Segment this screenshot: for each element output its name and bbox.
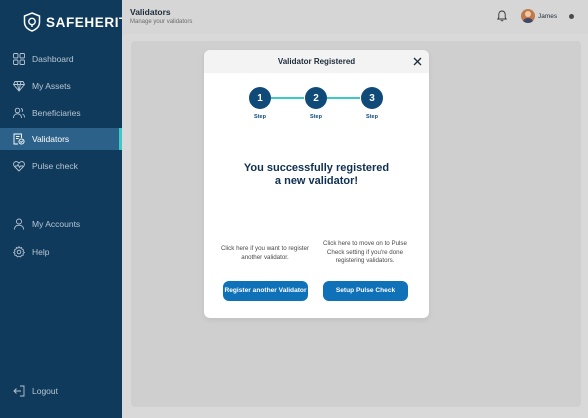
success-message: You successfully registered a new valida…	[204, 162, 429, 188]
sidebar-item-my-accounts[interactable]: My Accounts	[0, 213, 122, 235]
sidebar-item-help[interactable]: Help	[0, 241, 122, 263]
diamond-icon	[13, 81, 25, 92]
user-name: James	[538, 12, 558, 20]
sidebar-item-label: Validators	[32, 134, 70, 144]
setup-pulse-check-button[interactable]: Setup Pulse Check	[323, 281, 408, 301]
pulse-check-hint: Click here to move on to Pulse Check set…	[323, 240, 407, 264]
top-bar: Validators Manage your validators James	[122, 0, 588, 34]
sidebar-item-label: My Assets	[32, 81, 71, 91]
brand: SAFEHERIT	[23, 11, 128, 33]
success-line-1: You successfully registered	[243, 162, 390, 174]
step-label: Step	[366, 114, 378, 120]
sidebar-item-my-assets[interactable]: My Assets	[0, 75, 122, 97]
sidebar-item-label: Logout	[32, 386, 58, 396]
users-icon	[13, 107, 25, 119]
gear-icon	[13, 246, 25, 258]
sidebar-item-logout[interactable]: Logout	[0, 380, 122, 402]
user-icon	[14, 218, 24, 230]
sidebar-item-validators[interactable]: Validators	[0, 128, 122, 150]
sidebar-item-pulse-check[interactable]: Pulse check	[0, 155, 122, 177]
step-label: Step	[254, 114, 266, 120]
sidebar-item-label: Help	[32, 247, 50, 257]
user-menu-toggle-icon[interactable]	[566, 11, 576, 21]
close-icon[interactable]	[413, 57, 422, 66]
validator-icon	[13, 133, 25, 145]
sidebar-item-beneficiaries[interactable]: Beneficiaries	[0, 102, 122, 124]
user-menu[interactable]: James	[521, 9, 576, 23]
avatar	[521, 9, 535, 23]
modal-header: Validator Registered	[204, 50, 429, 73]
grid-icon	[13, 53, 25, 65]
shield-logo-icon	[23, 12, 41, 32]
sidebar-item-label: Dashboard	[32, 54, 74, 64]
sidebar-item-label: Pulse check	[32, 161, 78, 171]
sidebar: SAFEHERIT Dashboard My Assets Beneficiar…	[0, 0, 127, 418]
step-circle-1: 1	[249, 87, 271, 109]
sidebar-item-label: Beneficiaries	[32, 108, 81, 118]
register-another-validator-button[interactable]: Register another Validator	[223, 281, 308, 301]
step-circle-2: 2	[305, 87, 327, 109]
step-connector	[326, 97, 360, 99]
register-another-hint: Click here if you want to register anoth…	[220, 245, 310, 261]
brand-name: SAFEHERIT	[46, 14, 128, 30]
sidebar-item-label: My Accounts	[32, 219, 81, 229]
bell-icon[interactable]	[496, 10, 508, 22]
validator-registered-modal: Validator Registered 1 2 3 Step Step Ste…	[204, 50, 429, 318]
step-label: Step	[310, 114, 322, 120]
heart-pulse-icon	[13, 161, 25, 172]
page-title: Validators	[130, 7, 171, 17]
sidebar-item-dashboard[interactable]: Dashboard	[0, 48, 122, 70]
page-subtitle: Manage your validators	[130, 19, 193, 25]
success-line-2: a new validator!	[274, 175, 359, 187]
logout-icon	[13, 385, 25, 397]
modal-title: Validator Registered	[277, 57, 356, 66]
step-circle-3: 3	[361, 87, 383, 109]
step-connector	[270, 97, 304, 99]
